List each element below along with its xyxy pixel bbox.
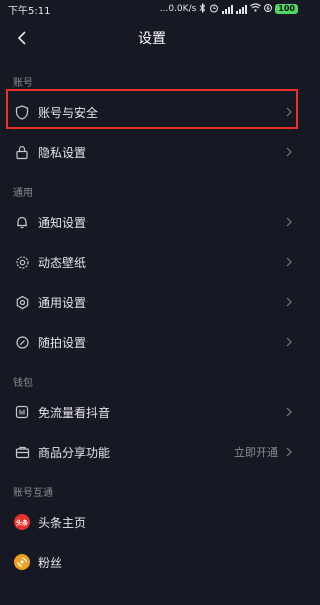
network-speed: ...0.0K/s: [159, 4, 197, 14]
shop-icon: [14, 444, 30, 460]
settings-item-fans[interactable]: 粉丝: [0, 542, 304, 582]
settings-item-label: 随拍设置: [38, 335, 87, 350]
data-free-icon: [14, 404, 30, 420]
settings-item-privacy[interactable]: 隐私设置: [0, 132, 304, 172]
gear-icon: [14, 294, 30, 310]
signal-icon-2: [236, 4, 248, 14]
signal-icon: [222, 4, 234, 14]
alarm-icon: [209, 3, 219, 16]
status-indicators: ...0.0K/s 100: [159, 2, 298, 16]
settings-item-quick-shoot[interactable]: 随拍设置: [0, 322, 304, 362]
section-label-wallet: 钱包: [13, 378, 33, 389]
status-time: 下午5:11: [8, 5, 51, 17]
settings-item-label: 头条主页: [38, 515, 87, 530]
charging-icon: [264, 3, 273, 16]
page-title: 设置: [138, 31, 166, 47]
settings-item-product-share[interactable]: 商品分享功能 立即开通: [0, 432, 304, 472]
section-label-account: 账号: [13, 78, 33, 89]
activate-now-link[interactable]: 立即开通: [234, 444, 278, 460]
chevron-right-icon: [284, 257, 294, 267]
settings-item-label: 免流量看抖音: [38, 405, 111, 420]
settings-item-account-security[interactable]: 账号与安全: [0, 92, 304, 132]
chevron-right-icon: [284, 107, 294, 117]
chevron-right-icon: [284, 217, 294, 227]
wallpaper-icon: [14, 254, 30, 270]
bluetooth-icon: [199, 2, 206, 16]
bell-icon: [14, 214, 30, 230]
chevron-right-icon: [284, 147, 294, 157]
nav-bar: 设置: [0, 18, 304, 58]
settings-item-label: 隐私设置: [38, 145, 87, 160]
settings-item-label: 商品分享功能: [38, 445, 111, 460]
wifi-icon: [250, 3, 262, 15]
chevron-right-icon: [284, 337, 294, 347]
toutiao-icon: 头条: [14, 514, 30, 530]
section-label-account-link: 账号互通: [13, 488, 53, 499]
back-button[interactable]: [10, 26, 34, 50]
battery-icon: 100: [275, 4, 298, 14]
chevron-left-icon: [17, 31, 26, 45]
camera-icon: [14, 334, 30, 350]
settings-item-toutiao-home[interactable]: 头条 头条主页: [0, 502, 304, 542]
section-label-general: 通用: [13, 188, 33, 199]
chevron-right-icon: [284, 407, 294, 417]
shield-icon: [14, 104, 30, 120]
settings-item-label: 粉丝: [38, 555, 63, 570]
settings-item-data-free[interactable]: 免流量看抖音: [0, 392, 304, 432]
lock-icon: [14, 144, 30, 160]
chevron-right-icon: [284, 447, 294, 457]
settings-item-label: 通用设置: [38, 295, 87, 310]
settings-item-label: 动态壁纸: [38, 255, 87, 270]
settings-item-label: 账号与安全: [38, 105, 99, 120]
settings-item-label: 通知设置: [38, 215, 87, 230]
settings-item-general[interactable]: 通用设置: [0, 282, 304, 322]
status-bar: 下午5:11 ...0.0K/s 100: [0, 0, 304, 18]
settings-item-live-wallpaper[interactable]: 动态壁纸: [0, 242, 304, 282]
chevron-right-icon: [284, 297, 294, 307]
settings-item-notifications[interactable]: 通知设置: [0, 202, 304, 242]
fans-icon: [14, 554, 30, 570]
